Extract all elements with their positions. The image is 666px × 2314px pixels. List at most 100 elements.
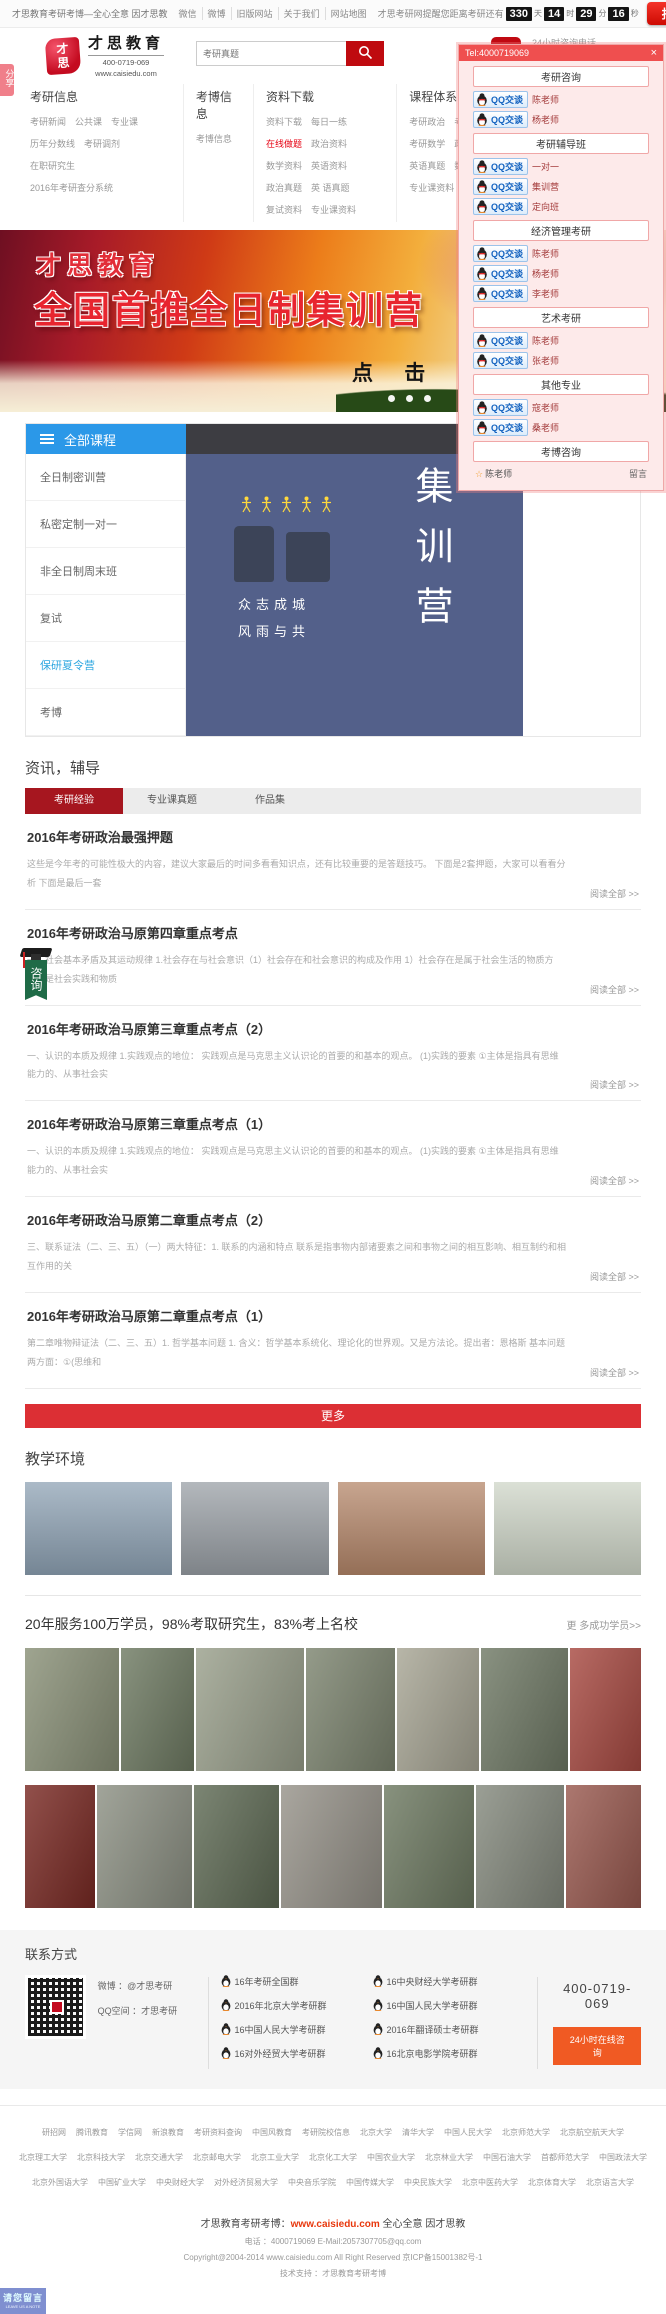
- student-photo[interactable]: [194, 1785, 279, 1908]
- friend-link[interactable]: 中国政法大学: [599, 2153, 647, 2162]
- course-sidebar-item[interactable]: 保研夏令营: [26, 642, 185, 689]
- course-sidebar-item[interactable]: 复试: [26, 595, 185, 642]
- consult-floating-badge[interactable]: 咨询: [16, 948, 56, 1000]
- more-students-link[interactable]: 更 多成功学员>>: [567, 1617, 641, 1632]
- friend-link[interactable]: 中国人民大学: [444, 2128, 492, 2137]
- friend-link[interactable]: 清华大学: [402, 2128, 434, 2137]
- qzone-link[interactable]: QQ空间 ：才思考研: [98, 2004, 196, 2017]
- online-service-button[interactable]: 24小时在线咨询: [553, 2027, 641, 2065]
- friend-link[interactable]: 腾讯教育: [76, 2128, 108, 2137]
- friend-link[interactable]: 北京邮电大学: [193, 2153, 241, 2162]
- nav-link[interactable]: 专业课资料: [409, 181, 454, 194]
- qq-chat-button[interactable]: QQ交谈: [473, 198, 528, 215]
- carousel-dot[interactable]: [424, 395, 431, 402]
- friend-link[interactable]: 考研院校信息: [302, 2128, 350, 2137]
- qq-group-link[interactable]: 16中国人民大学考研群: [221, 2023, 373, 2036]
- site-logo[interactable]: 才 思 才思教育 400-0719-069 www.caisiedu.com: [46, 32, 164, 80]
- topbar-link[interactable]: 旧版网站: [231, 7, 278, 20]
- student-photo[interactable]: [97, 1785, 192, 1908]
- article-title[interactable]: 2016年考研政治马原第四章重点考点: [27, 923, 639, 942]
- friend-link[interactable]: 北京体育大学: [528, 2178, 576, 2187]
- nav-link[interactable]: 资料下载: [266, 115, 302, 128]
- signup-button[interactable]: 报名表: [647, 2, 666, 25]
- read-all-link[interactable]: 阅读全部 >>: [27, 1366, 639, 1379]
- qq-chat-button[interactable]: QQ交谈: [473, 419, 528, 436]
- carousel-dot[interactable]: [388, 395, 395, 402]
- read-all-link[interactable]: 阅读全部 >>: [27, 983, 639, 996]
- friend-link[interactable]: 中央民族大学: [404, 2178, 452, 2187]
- student-photo[interactable]: [570, 1648, 641, 1771]
- friend-link[interactable]: 首都师范大学: [541, 2153, 589, 2162]
- search-button[interactable]: [346, 41, 384, 66]
- campus-photo[interactable]: [494, 1482, 641, 1575]
- nav-link[interactable]: 考研调剂: [84, 137, 120, 150]
- article-title[interactable]: 2016年考研政治马原第二章重点考点（1）: [27, 1306, 639, 1325]
- nav-link[interactable]: 英 语真题: [311, 181, 350, 194]
- search-input[interactable]: [196, 41, 346, 66]
- qq-chat-button[interactable]: QQ交谈: [473, 91, 528, 108]
- nav-link[interactable]: 2016年考研查分系统: [30, 181, 113, 194]
- campus-photo[interactable]: [338, 1482, 485, 1575]
- friend-link[interactable]: 北京大学: [360, 2128, 392, 2137]
- read-all-link[interactable]: 阅读全部 >>: [27, 1174, 639, 1187]
- friend-link[interactable]: 新浪教育: [152, 2128, 184, 2137]
- nav-link[interactable]: 政治资料: [311, 137, 347, 150]
- friend-link[interactable]: 北京林业大学: [425, 2153, 473, 2162]
- carousel-dot[interactable]: [406, 395, 413, 402]
- article-title[interactable]: 2016年考研政治最强押题: [27, 827, 639, 846]
- article-title[interactable]: 2016年考研政治马原第二章重点考点（2）: [27, 1210, 639, 1229]
- qq-chat-button[interactable]: QQ交谈: [473, 285, 528, 302]
- tab-kaoyan-experience[interactable]: 考研经验: [25, 788, 123, 814]
- qq-chat-button[interactable]: QQ交谈: [473, 111, 528, 128]
- nav-link[interactable]: 考博信息: [196, 132, 232, 145]
- friend-link[interactable]: 中国石油大学: [483, 2153, 531, 2162]
- nav-link[interactable]: 在职研究生: [30, 159, 75, 172]
- qq-chat-button[interactable]: QQ交谈: [473, 399, 528, 416]
- friend-link[interactable]: 北京师范大学: [502, 2128, 550, 2137]
- student-photo[interactable]: [196, 1648, 304, 1771]
- weibo-link[interactable]: 微博 ：@才思考研: [98, 1979, 196, 1992]
- student-photo[interactable]: [481, 1648, 567, 1771]
- nav-link[interactable]: 考研新闻: [30, 115, 66, 128]
- nav-link[interactable]: 公共课: [75, 115, 102, 128]
- article-title[interactable]: 2016年考研政治马原第三章重点考点（2）: [27, 1019, 639, 1038]
- more-button[interactable]: 更多: [25, 1404, 641, 1428]
- qq-chat-button[interactable]: QQ交谈: [473, 265, 528, 282]
- student-photo[interactable]: [25, 1785, 95, 1908]
- friend-link[interactable]: 研招网: [42, 2128, 66, 2137]
- nav-link[interactable]: 复试资料: [266, 203, 302, 216]
- friend-link[interactable]: 北京交通大学: [135, 2153, 183, 2162]
- article-title[interactable]: 2016年考研政治马原第三章重点考点（1）: [27, 1114, 639, 1133]
- topbar-link[interactable]: 网站地图: [325, 7, 372, 20]
- footer-site-link[interactable]: www.caisiedu.com: [291, 2219, 380, 2230]
- student-photo[interactable]: [306, 1648, 394, 1771]
- nav-link[interactable]: 政治真题: [266, 181, 302, 194]
- qq-group-link[interactable]: 16对外经贸大学考研群: [221, 2047, 373, 2060]
- friend-link[interactable]: 北京理工大学: [19, 2153, 67, 2162]
- nav-column-title[interactable]: 考研信息: [30, 88, 171, 105]
- leave-message-badge[interactable]: 请您留言 LEAVE US A NOTE: [0, 2288, 46, 2314]
- friend-link[interactable]: 北京语言大学: [586, 2178, 634, 2187]
- student-photo[interactable]: [384, 1785, 474, 1908]
- share-tab[interactable]: 分享: [0, 64, 14, 96]
- nav-link[interactable]: 专业课资料: [311, 203, 356, 216]
- student-photo[interactable]: [281, 1785, 381, 1908]
- friend-link[interactable]: 考研资料查询: [194, 2128, 242, 2137]
- campus-photo[interactable]: [181, 1482, 328, 1575]
- read-all-link[interactable]: 阅读全部 >>: [27, 1270, 639, 1283]
- friend-link[interactable]: 北京航空航天大学: [560, 2128, 624, 2137]
- nav-link[interactable]: 数学资料: [266, 159, 302, 172]
- course-sidebar-item[interactable]: 考博: [26, 689, 185, 736]
- nav-link[interactable]: 考研政治: [409, 115, 445, 128]
- tab-major-exams[interactable]: 专业课真题: [123, 788, 221, 814]
- qq-chat-button[interactable]: QQ交谈: [473, 245, 528, 262]
- student-photo[interactable]: [397, 1648, 479, 1771]
- all-courses-menu[interactable]: 全部课程: [26, 424, 186, 454]
- course-sidebar-item[interactable]: 非全日制周末班: [26, 548, 185, 595]
- course-sidebar-item[interactable]: 全日制密训营: [26, 454, 185, 501]
- student-photo[interactable]: [25, 1648, 119, 1771]
- friend-link[interactable]: 北京工业大学: [251, 2153, 299, 2162]
- student-photo[interactable]: [121, 1648, 193, 1771]
- topbar-link[interactable]: 微博: [202, 7, 231, 20]
- friend-link[interactable]: 学信网: [118, 2128, 142, 2137]
